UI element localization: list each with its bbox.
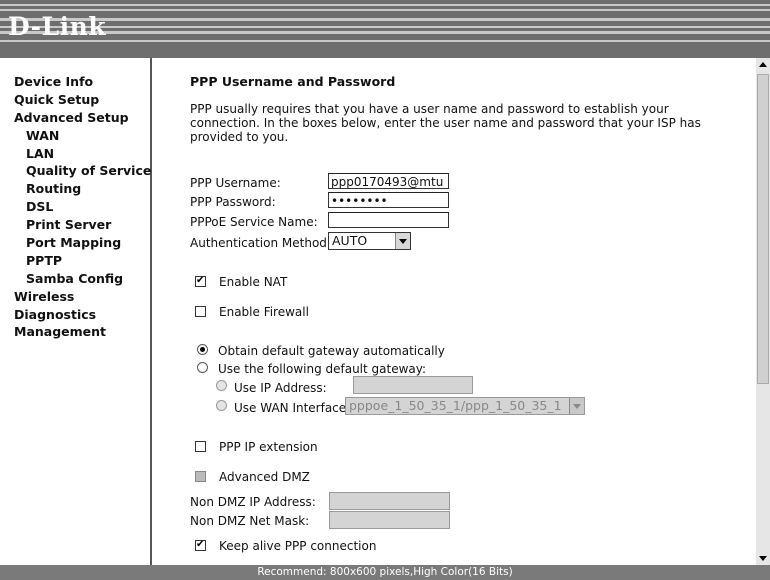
- gateway-manual-label: Use the following default gateway:: [218, 362, 427, 376]
- chevron-down-icon[interactable]: [569, 398, 584, 414]
- gateway-auto-label: Obtain default gateway automatically: [218, 344, 445, 358]
- sidebar: Device Info Quick Setup Advanced Setup WAN L…: [0, 58, 152, 565]
- gateway-ip-input[interactable]: [353, 376, 473, 394]
- header-stripe: [0, 9, 770, 11]
- sidebar-item-management[interactable]: Management: [14, 323, 151, 341]
- enable-nat-label: Enable NAT: [219, 275, 288, 289]
- dlink-logo: D-Link: [8, 12, 107, 41]
- use-wan-label: Use WAN Interface:: [234, 401, 351, 415]
- sidebar-item-port-mapping[interactable]: Port Mapping: [14, 234, 151, 252]
- non-dmz-ip-label: Non DMZ IP Address:: [190, 495, 316, 509]
- enable-firewall-label: Enable Firewall: [219, 305, 309, 319]
- sidebar-item-advanced-setup[interactable]: Advanced Setup: [14, 109, 151, 127]
- ppp-username-label: PPP Username:: [190, 176, 281, 190]
- scroll-down-icon[interactable]: [756, 551, 770, 565]
- header-stripe: [0, 31, 770, 34]
- sidebar-item-dsl[interactable]: DSL: [14, 198, 151, 216]
- chevron-down-icon[interactable]: [395, 233, 410, 249]
- non-dmz-mask-input[interactable]: [329, 511, 450, 529]
- pppoe-service-label: PPPoE Service Name:: [190, 215, 318, 229]
- header-banner: D-Link: [0, 0, 770, 58]
- advanced-dmz-checkbox[interactable]: [195, 471, 206, 482]
- header-stripe: [0, 4, 770, 6]
- wan-interface-select[interactable]: pppoe_1_50_35_1/ppp_1_50_35_1: [345, 397, 585, 415]
- gateway-auto-radio[interactable]: [197, 344, 208, 355]
- scroll-up-icon[interactable]: [756, 58, 770, 72]
- ppp-ip-extension-checkbox[interactable]: [195, 441, 206, 452]
- ppp-username-input[interactable]: ppp0170493@mtu: [328, 173, 449, 189]
- sidebar-nav: Device Info Quick Setup Advanced Setup WAN L…: [14, 73, 151, 341]
- auth-method-value: AUTO: [332, 233, 368, 248]
- wan-interface-value: pppoe_1_50_35_1/ppp_1_50_35_1: [349, 398, 562, 413]
- ppp-ip-extension-label: PPP IP extension: [219, 440, 318, 454]
- sidebar-item-wan[interactable]: WAN: [14, 127, 151, 145]
- main-content: PPP Username and Password PPP usually re…: [152, 58, 756, 565]
- header-stripe: [0, 40, 770, 42]
- use-ip-radio[interactable]: [216, 380, 227, 391]
- sidebar-item-lan[interactable]: LAN: [14, 145, 151, 163]
- ppp-password-label: PPP Password:: [190, 195, 276, 209]
- non-dmz-ip-input[interactable]: [329, 492, 450, 510]
- sidebar-item-quality-of-service[interactable]: Quality of Service: [14, 162, 151, 180]
- enable-nat-checkbox[interactable]: [195, 274, 206, 288]
- header-stripe: [0, 26, 770, 28]
- vertical-scrollbar[interactable]: [756, 58, 770, 565]
- use-ip-label: Use IP Address:: [234, 381, 327, 395]
- sidebar-item-wireless[interactable]: Wireless: [14, 288, 151, 306]
- ppp-password-input[interactable]: ••••••••: [328, 192, 449, 208]
- scrollbar-thumb[interactable]: [757, 74, 769, 384]
- sidebar-item-print-server[interactable]: Print Server: [14, 216, 151, 234]
- enable-firewall-checkbox[interactable]: [195, 306, 206, 317]
- auth-method-select[interactable]: AUTO: [328, 232, 411, 250]
- footer-recommendation: Recommend: 800x600 pixels,High Color(16 …: [0, 565, 770, 580]
- non-dmz-mask-label: Non DMZ Net Mask:: [190, 514, 310, 528]
- sidebar-item-pptp[interactable]: PPTP: [14, 252, 151, 270]
- advanced-dmz-label: Advanced DMZ: [219, 470, 310, 484]
- keep-alive-label: Keep alive PPP connection: [219, 539, 377, 553]
- pppoe-service-input[interactable]: [328, 212, 449, 228]
- keep-alive-checkbox[interactable]: [195, 538, 206, 552]
- gateway-manual-radio[interactable]: [197, 362, 208, 373]
- use-wan-radio[interactable]: [216, 400, 227, 411]
- sidebar-item-samba-config[interactable]: Samba Config: [14, 270, 151, 288]
- sidebar-item-quick-setup[interactable]: Quick Setup: [14, 91, 151, 109]
- page-description: PPP usually requires that you have a use…: [190, 102, 701, 144]
- sidebar-item-diagnostics[interactable]: Diagnostics: [14, 306, 151, 324]
- header-stripe: [0, 18, 770, 21]
- sidebar-item-device-info[interactable]: Device Info: [14, 73, 151, 91]
- auth-method-label: Authentication Method:: [190, 236, 331, 250]
- page-title: PPP Username and Password: [190, 74, 396, 89]
- sidebar-item-routing[interactable]: Routing: [14, 180, 151, 198]
